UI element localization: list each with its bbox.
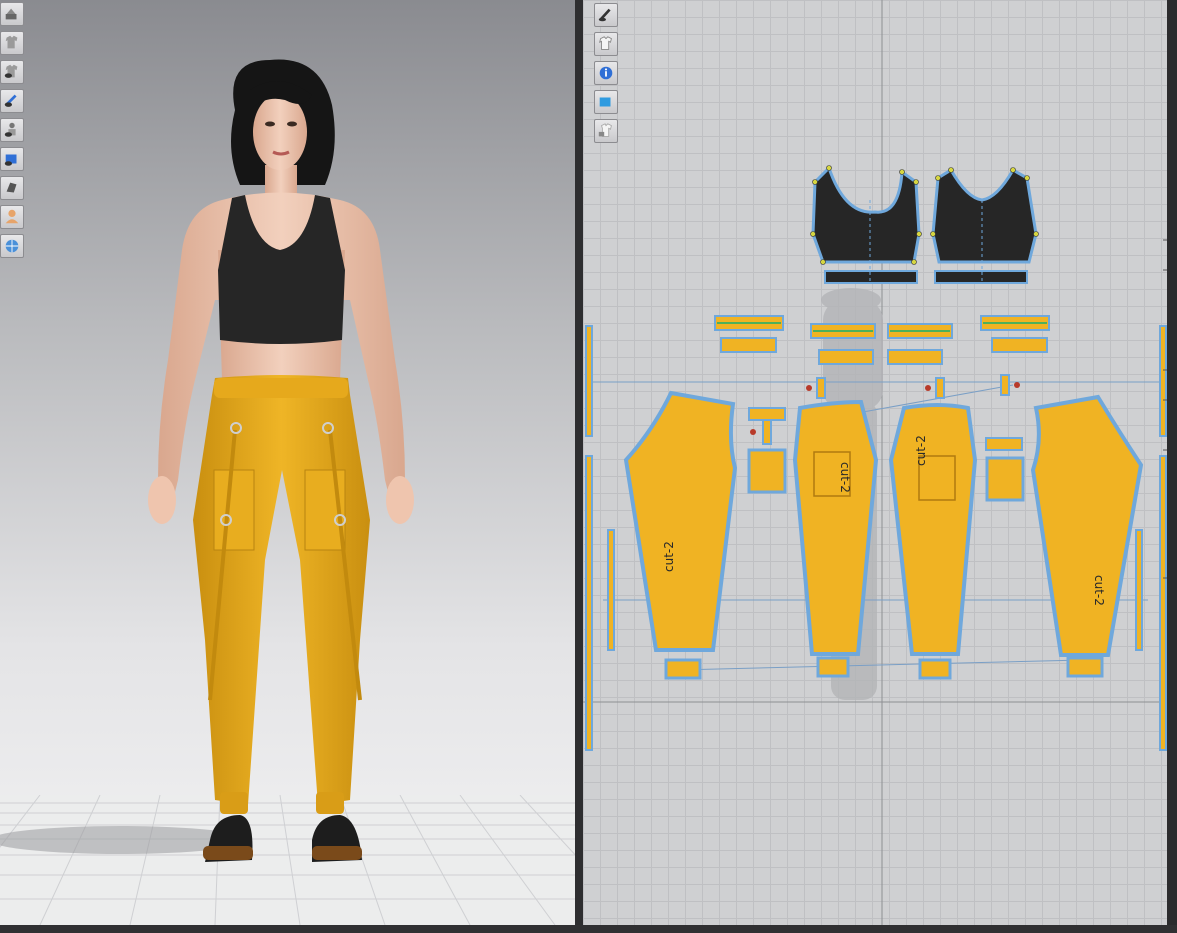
pant-front-left-piece[interactable]: cut-2	[623, 390, 738, 652]
pocket-pieces[interactable]	[747, 374, 1025, 502]
fit-view-button[interactable]	[0, 176, 24, 200]
environment-globe-icon	[5, 239, 19, 253]
3d-toolbar	[0, 2, 24, 263]
show-garment-2d-button[interactable]	[594, 32, 618, 56]
crop-top-back-piece[interactable]	[930, 167, 1039, 284]
show-texture-2d-button[interactable]	[594, 90, 618, 114]
show-garment-eye-icon	[4, 64, 18, 78]
pant-back-right-piece[interactable]: cut-2	[1030, 394, 1144, 657]
pattern-label: cut-2	[838, 462, 852, 493]
show-avatar-icon	[5, 8, 17, 20]
show-internal-lines-icon	[598, 8, 611, 22]
texture-view-icon	[4, 154, 17, 166]
show-texture-2d-icon	[599, 97, 611, 107]
pattern-label: cut-2	[662, 541, 676, 572]
2d-pattern-window[interactable]: cut-2 cut-2 cut-2 cut-2	[583, 0, 1167, 925]
pant-back-inner-piece[interactable]: cut-2	[888, 403, 978, 656]
show-garment-eye-button[interactable]	[0, 60, 24, 84]
app-window: cut-2 cut-2 cut-2 cut-2	[0, 0, 1177, 933]
avatar-model[interactable]	[0, 0, 575, 925]
show-internal-lines-button[interactable]	[594, 3, 618, 27]
avatar-solid-icon	[5, 209, 19, 224]
show-pins-button[interactable]	[0, 89, 24, 113]
info-icon	[599, 66, 613, 80]
show-garment-button[interactable]	[0, 31, 24, 55]
avatar-solid-button[interactable]	[0, 205, 24, 229]
show-pins-icon	[4, 94, 17, 107]
3d-viewport[interactable]	[0, 0, 575, 925]
show-garment-2d-icon	[599, 36, 612, 50]
window-divider[interactable]	[575, 0, 583, 933]
right-panel-edge	[1167, 0, 1177, 933]
show-garment-icon	[5, 35, 18, 49]
lock-garment-button[interactable]	[594, 119, 618, 143]
environment-globe-button[interactable]	[0, 234, 24, 258]
fit-view-icon	[6, 182, 17, 193]
show-avatar-eye-button[interactable]	[0, 118, 24, 142]
pattern-label: cut-2	[914, 435, 928, 466]
texture-view-button[interactable]	[0, 147, 24, 171]
crop-top-front-piece[interactable]	[810, 165, 922, 284]
show-avatar-eye-icon	[4, 122, 16, 137]
2d-toolbar	[594, 3, 618, 148]
bottom-bar	[0, 925, 1177, 933]
pattern-label: cut-2	[1092, 575, 1106, 606]
pattern-canvas[interactable]: cut-2 cut-2 cut-2 cut-2	[583, 0, 1167, 925]
lock-garment-icon	[598, 123, 612, 137]
show-avatar-button[interactable]	[0, 2, 24, 26]
info-button[interactable]	[594, 61, 618, 85]
